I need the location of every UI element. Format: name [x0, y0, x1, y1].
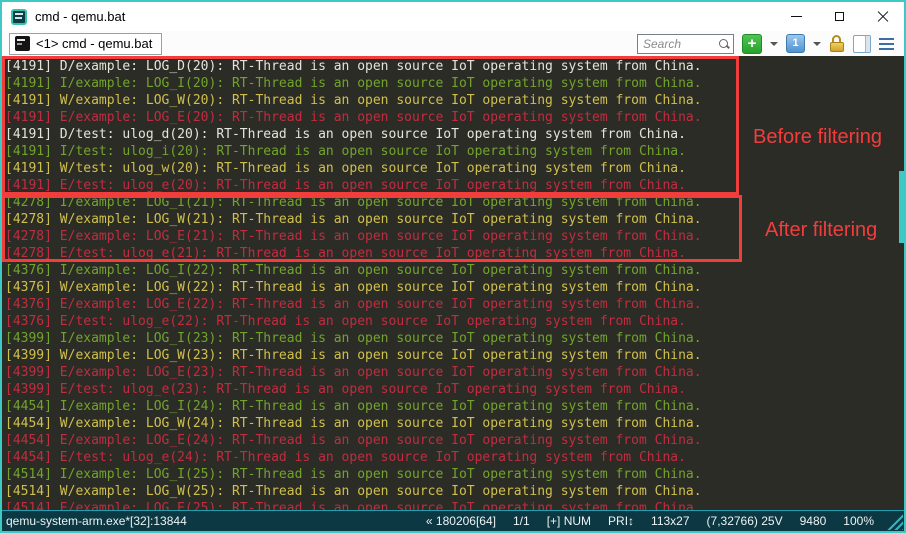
log-line: [4454] E/example: LOG_E(24): RT-Thread i… [5, 432, 904, 449]
tab-toolbar: + 1 [637, 34, 894, 54]
status-item: (7,32766) 25V [707, 514, 783, 528]
window-controls [775, 2, 904, 31]
status-items: « 180206[64] 1/1 [+] NUM PRI↕ 113x27 (7,32766… [426, 514, 904, 528]
tab-bar: <1> cmd - qemu.bat + 1 [2, 31, 904, 56]
status-item: 1/1 [513, 514, 530, 528]
log-line: [4278] E/test: ulog_e(21): RT-Thread is … [5, 245, 904, 262]
conemu-window: cmd - qemu.bat <1> cmd - qemu.bat + 1 [ [0, 0, 906, 533]
scrollbar-thumb[interactable] [899, 171, 904, 243]
log-line: [4399] I/example: LOG_I(23): RT-Thread i… [5, 330, 904, 347]
maximize-icon [835, 12, 844, 21]
log-line: [4514] I/example: LOG_I(25): RT-Thread i… [5, 466, 904, 483]
log-line: [4376] E/example: LOG_E(22): RT-Thread i… [5, 296, 904, 313]
log-lines: [4191] D/example: LOG_D(20): RT-Thread i… [2, 56, 904, 510]
minimize-button[interactable] [775, 2, 818, 31]
log-line: [4514] E/example: LOG_E(25): RT-Thread i… [5, 500, 904, 510]
maximize-button[interactable] [818, 2, 861, 31]
log-line: [4191] E/example: LOG_E(20): RT-Thread i… [5, 109, 904, 126]
log-line: [4376] E/test: ulog_e(22): RT-Thread is … [5, 313, 904, 330]
log-line: [4376] W/example: LOG_W(22): RT-Thread i… [5, 279, 904, 296]
before-filtering-label: Before filtering [753, 126, 882, 149]
console-list-dropdown-icon[interactable] [813, 42, 821, 46]
status-item: 100% [843, 514, 874, 528]
lock-icon[interactable] [829, 35, 845, 53]
log-line: [4191] W/example: LOG_W(20): RT-Thread i… [5, 92, 904, 109]
cmd-icon [15, 36, 30, 51]
close-icon [877, 11, 889, 23]
log-line: [4454] I/example: LOG_I(24): RT-Thread i… [5, 398, 904, 415]
new-console-dropdown-icon[interactable] [770, 42, 778, 46]
status-item: PRI↕ [608, 514, 634, 528]
log-line: [4399] W/example: LOG_W(23): RT-Thread i… [5, 347, 904, 364]
minimize-icon [791, 16, 802, 17]
log-line: [4191] W/test: ulog_w(20): RT-Thread is … [5, 160, 904, 177]
log-line: [4278] I/example: LOG_I(21): RT-Thread i… [5, 194, 904, 211]
status-process: qemu-system-arm.exe*[32]:13844 [6, 514, 187, 528]
status-item: 9480 [800, 514, 827, 528]
tab-cmd-qemu[interactable]: <1> cmd - qemu.bat [9, 33, 162, 55]
window-panel-icon[interactable] [853, 35, 871, 53]
conemu-app-icon [11, 9, 27, 25]
log-line: [4399] E/test: ulog_e(23): RT-Thread is … [5, 381, 904, 398]
status-item: [+] NUM [547, 514, 591, 528]
status-bar: qemu-system-arm.exe*[32]:13844 « 180206[… [2, 510, 904, 531]
menu-icon[interactable] [879, 37, 894, 50]
log-line: [4191] I/example: LOG_I(20): RT-Thread i… [5, 75, 904, 92]
status-item: 113x27 [651, 514, 689, 528]
new-console-button[interactable]: + [742, 34, 762, 54]
tab-label: <1> cmd - qemu.bat [36, 36, 152, 51]
log-line: [4454] W/example: LOG_W(24): RT-Thread i… [5, 415, 904, 432]
log-line: [4454] E/test: ulog_e(24): RT-Thread is … [5, 449, 904, 466]
search-icon[interactable] [718, 38, 730, 50]
log-line: [4191] E/test: ulog_e(20): RT-Thread is … [5, 177, 904, 194]
status-item: « 180206[64] [426, 514, 496, 528]
scrollbar[interactable] [899, 56, 904, 510]
log-line: [4376] I/example: LOG_I(22): RT-Thread i… [5, 262, 904, 279]
search-box [637, 34, 734, 54]
console-list-button[interactable]: 1 [786, 34, 805, 53]
log-line: [4399] E/example: LOG_E(23): RT-Thread i… [5, 364, 904, 381]
after-filtering-label: After filtering [765, 219, 877, 242]
window-title: cmd - qemu.bat [35, 9, 125, 24]
log-line: [4514] W/example: LOG_W(25): RT-Thread i… [5, 483, 904, 500]
close-button[interactable] [861, 2, 904, 31]
title-bar: cmd - qemu.bat [2, 2, 904, 31]
terminal[interactable]: [4191] D/example: LOG_D(20): RT-Thread i… [2, 56, 904, 510]
log-line: [4191] D/example: LOG_D(20): RT-Thread i… [5, 58, 904, 75]
